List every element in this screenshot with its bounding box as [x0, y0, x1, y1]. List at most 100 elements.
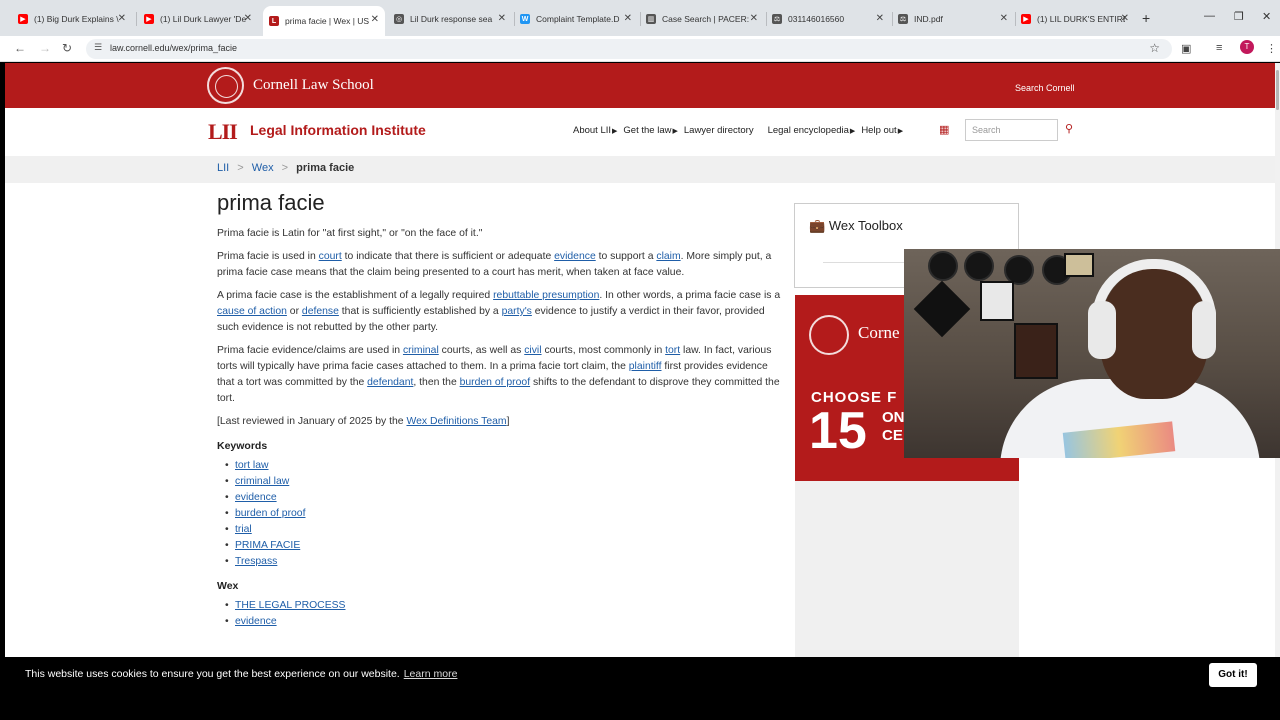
- link-civil[interactable]: civil: [524, 345, 541, 356]
- wex-link[interactable]: evidence: [235, 616, 277, 627]
- menu-icon[interactable]: ⋮: [1266, 42, 1277, 55]
- browser-tab[interactable]: ◎ Lil Durk response sea ✕: [388, 8, 512, 30]
- reload-icon[interactable]: ↻: [62, 41, 72, 55]
- headphone-earcup: [1192, 301, 1216, 359]
- paragraph-usage: Prima facie is used in court to indicate…: [217, 251, 772, 278]
- address-bar[interactable]: ☰ law.cornell.edu/wex/prima_facie ☆: [86, 39, 1172, 59]
- browser-tab[interactable]: W Complaint Template.D ✕: [514, 8, 638, 30]
- link-party[interactable]: party's: [502, 306, 532, 317]
- browser-tab[interactable]: ⚖ 031146016560 ✕: [766, 8, 890, 30]
- keyword-link[interactable]: PRIMA FACIE: [235, 540, 300, 551]
- certificate-frame: [1064, 253, 1094, 277]
- wex-link[interactable]: THE LEGAL PROCESS: [235, 600, 345, 611]
- ad-subtext: ON CE: [882, 409, 905, 445]
- search-icon[interactable]: ⚲: [1065, 122, 1073, 135]
- close-tab-icon[interactable]: ✕: [876, 13, 884, 24]
- cornell-seal-icon[interactable]: [207, 67, 244, 104]
- ad-subtext-line: CE: [882, 427, 903, 444]
- keyword-link[interactable]: trial: [235, 524, 252, 535]
- link-claim[interactable]: claim: [656, 251, 680, 262]
- tab-divider: [136, 12, 137, 26]
- profile-avatar[interactable]: T: [1240, 40, 1254, 54]
- lii-logo[interactable]: LII: [208, 119, 238, 145]
- link-cause-of-action[interactable]: cause of action: [217, 306, 287, 317]
- bookmark-star-icon[interactable]: ☆: [1149, 41, 1160, 55]
- wex-heading: Wex: [217, 580, 239, 592]
- keywords-list: tort law criminal law evidence burden of…: [217, 458, 782, 570]
- nav-help-out[interactable]: Help out▶: [861, 125, 903, 136]
- browser-tab[interactable]: ▶ (1) LIL DURK'S ENTIRE ✕: [1015, 8, 1135, 30]
- caret-right-icon: ▶: [897, 128, 904, 135]
- forward-icon[interactable]: →: [39, 41, 51, 55]
- keyword-link[interactable]: tort law: [235, 460, 269, 471]
- cookie-message: This website uses cookies to ensure you …: [25, 668, 457, 680]
- list-item: burden of proof: [225, 506, 782, 522]
- browser-tab[interactable]: ▶ (1) Lil Durk Lawyer 'De ✕: [138, 8, 258, 30]
- browser-tab[interactable]: ▶ (1) Big Durk Explains \ ✕: [12, 8, 132, 30]
- link-evidence[interactable]: evidence: [554, 251, 596, 262]
- nav-legal-encyclopedia[interactable]: Legal encyclopedia▶: [768, 125, 856, 136]
- keyword-link[interactable]: evidence: [235, 492, 277, 503]
- list-item: evidence: [225, 490, 782, 506]
- list-item: Trespass: [225, 554, 782, 570]
- breadcrumb-bar: LII > Wex > prima facie: [5, 156, 1275, 183]
- search-cornell-link[interactable]: Search Cornell: [1015, 83, 1075, 93]
- nav-label: Legal encyclopedia: [767, 125, 849, 136]
- close-tab-icon[interactable]: ✕: [244, 13, 252, 24]
- link-criminal[interactable]: criminal: [403, 345, 439, 356]
- close-tab-icon[interactable]: ✕: [1000, 13, 1008, 24]
- article: prima facie Prima facie is Latin for "at…: [217, 190, 782, 631]
- list-item: trial: [225, 522, 782, 538]
- minimize-icon[interactable]: —: [1204, 10, 1215, 22]
- scales-icon: ⚖: [898, 14, 908, 24]
- scrollbar-thumb[interactable]: [1276, 70, 1279, 110]
- browser-tab-active[interactable]: L prima facie | Wex | US ✕: [263, 6, 385, 36]
- vinyl-record: [964, 251, 994, 281]
- lii-title-link[interactable]: Legal Information Institute: [250, 122, 426, 138]
- nav-lawyer-directory[interactable]: Lawyer directory: [684, 125, 754, 136]
- new-tab-icon[interactable]: +: [1142, 10, 1150, 26]
- site-info-icon[interactable]: ☰: [94, 42, 102, 53]
- close-tab-icon[interactable]: ✕: [371, 14, 379, 25]
- link-burden-of-proof[interactable]: burden of proof: [460, 377, 530, 388]
- breadcrumb-lii[interactable]: LII: [217, 162, 229, 174]
- close-tab-icon[interactable]: ✕: [118, 13, 126, 24]
- keyword-link[interactable]: burden of proof: [235, 508, 305, 519]
- nav-get-the-law[interactable]: Get the law▶: [623, 125, 677, 136]
- cornell-law-school-link[interactable]: Cornell Law School: [253, 77, 374, 94]
- poster: [980, 281, 1014, 321]
- gift-icon[interactable]: ▦: [939, 123, 949, 136]
- extension-icon[interactable]: ▣: [1181, 42, 1191, 55]
- wex-toolbox-title[interactable]: 💼 Wex Toolbox: [809, 218, 903, 234]
- tab-title: prima facie | Wex | US: [285, 16, 370, 26]
- link-tort[interactable]: tort: [665, 345, 680, 356]
- keyword-link[interactable]: Trespass: [235, 556, 277, 567]
- page-title: prima facie: [217, 190, 325, 215]
- nav-label: Lawyer directory: [683, 125, 754, 136]
- link-defendant[interactable]: defendant: [367, 377, 413, 388]
- keyword-link[interactable]: criminal law: [235, 476, 289, 487]
- cookie-accept-button[interactable]: Got it!: [1209, 663, 1257, 687]
- url-text[interactable]: law.cornell.edu/wex/prima_facie: [110, 43, 237, 53]
- media-controls-icon[interactable]: ≡: [1216, 42, 1222, 54]
- close-tab-icon[interactable]: ✕: [624, 13, 632, 24]
- link-defense[interactable]: defense: [302, 306, 339, 317]
- link-wex-definitions-team[interactable]: Wex Definitions Team: [406, 416, 506, 427]
- search-input[interactable]: Search: [965, 119, 1058, 141]
- cookie-text: This website uses cookies to ensure you …: [25, 668, 400, 680]
- close-window-icon[interactable]: ✕: [1262, 10, 1271, 23]
- link-court[interactable]: court: [319, 251, 342, 262]
- nav-about-lii[interactable]: About LII▶: [573, 125, 617, 136]
- breadcrumb-wex[interactable]: Wex: [252, 162, 274, 174]
- link-rebuttable-presumption[interactable]: rebuttable presumption: [493, 290, 599, 301]
- youtube-icon: ▶: [144, 14, 154, 24]
- browser-tab[interactable]: ▥ Case Search | PACER: ✕: [640, 8, 764, 30]
- close-tab-icon[interactable]: ✕: [498, 13, 506, 24]
- back-icon[interactable]: ←: [14, 41, 26, 55]
- close-tab-icon[interactable]: ✕: [750, 13, 758, 24]
- link-plaintiff[interactable]: plaintiff: [629, 361, 662, 372]
- restore-icon[interactable]: ❐: [1234, 10, 1244, 23]
- browser-tab[interactable]: ⚖ IND.pdf ✕: [892, 8, 1014, 30]
- learn-more-link[interactable]: Learn more: [404, 668, 458, 680]
- close-tab-icon[interactable]: ✕: [1121, 13, 1129, 24]
